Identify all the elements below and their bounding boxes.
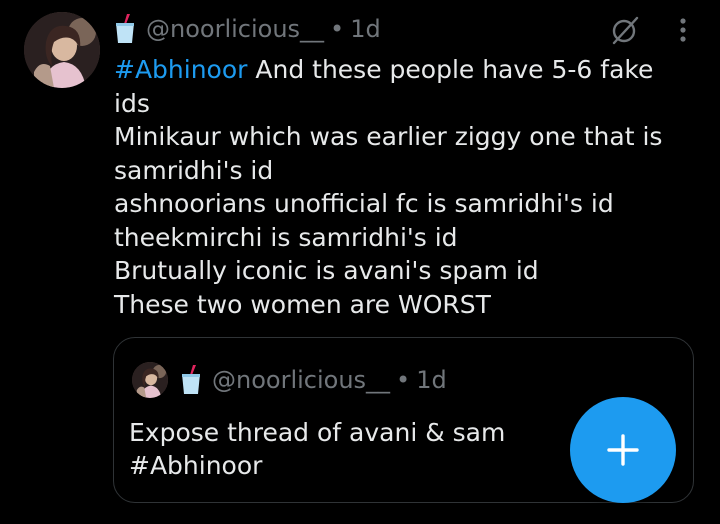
- tweet-header: @noorlicious__ • 1d: [114, 12, 381, 46]
- tweet-text-line: ashnoorians unofficial fc is samridhi's …: [114, 189, 614, 218]
- quoted-text-line: Expose thread of avani & sam: [129, 418, 506, 447]
- timestamp[interactable]: 1d: [350, 15, 381, 43]
- tweet-text-line: #Abhinoor And these people have 5-6 fake: [114, 53, 684, 87]
- more-options-icon[interactable]: [676, 15, 690, 45]
- tweet-text-line: ids: [114, 88, 150, 118]
- tweet-text: #Abhinoor And these people have 5-6 fake…: [114, 53, 684, 321]
- quoted-author-handle[interactable]: @noorlicious__: [212, 366, 390, 394]
- quoted-tweet-header: @noorlicious__ • 1d: [180, 362, 447, 398]
- cup-with-straw-icon: [114, 14, 136, 44]
- quoted-avatar-photo: [132, 362, 168, 398]
- tweet-text-first-line: And these people have 5-6 fake: [247, 55, 654, 84]
- tweet-text-line: theekmirchi is samridhi's id: [114, 222, 458, 252]
- separator-dot: •: [396, 366, 411, 394]
- quoted-timestamp[interactable]: 1d: [416, 366, 447, 394]
- tweet-text-line: Brutually iconic is avani's spam id: [114, 256, 539, 285]
- tweet[interactable]: @noorlicious__ • 1d #Abhinoor And these …: [0, 0, 720, 524]
- hashtag-link[interactable]: #Abhinoor: [114, 55, 247, 84]
- author-handle[interactable]: @noorlicious__: [146, 15, 324, 43]
- quoted-tweet-text: Expose thread of avani & sam #Abhinoor: [129, 416, 505, 482]
- quoted-text-line: #Abhinoor: [129, 451, 263, 480]
- avatar-photo: [24, 12, 100, 88]
- separator-dot: •: [330, 15, 345, 43]
- tweet-text-line: samridhi's id: [114, 155, 274, 185]
- tweet-text-line: Minikaur which was earlier ziggy one tha…: [114, 122, 663, 151]
- grok-icon[interactable]: [610, 15, 640, 45]
- avatar[interactable]: [24, 12, 100, 88]
- tweet-text-line: These two women are WORST: [114, 289, 491, 319]
- quoted-avatar[interactable]: [132, 362, 168, 398]
- compose-button[interactable]: [570, 397, 676, 503]
- cup-with-straw-icon: [180, 365, 202, 395]
- plus-icon: [607, 434, 639, 466]
